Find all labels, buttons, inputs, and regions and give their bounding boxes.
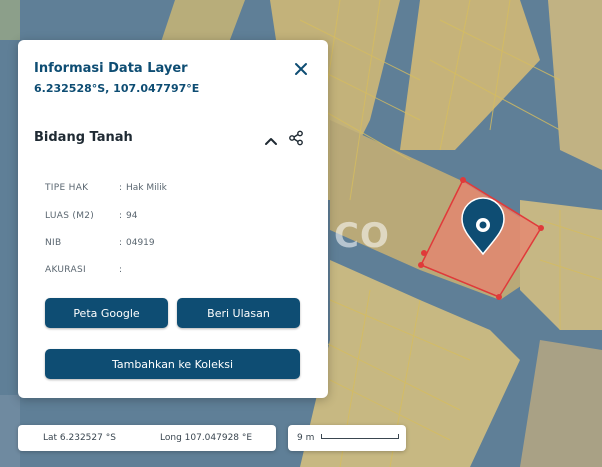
cursor-longitude: Long 107.047928 °E bbox=[160, 433, 253, 443]
attribute-separator: : bbox=[119, 211, 123, 221]
attribute-key: NIB bbox=[45, 238, 62, 248]
scale-label: 9 m bbox=[297, 433, 315, 443]
attribute-separator: : bbox=[119, 238, 123, 248]
attribute-separator: : bbox=[119, 265, 123, 275]
attribute-value: 94 bbox=[126, 211, 138, 221]
info-data-layer-panel: Informasi Data Layer 6.232528°S, 107.047… bbox=[18, 40, 328, 398]
add-to-collection-button[interactable]: Tambahkan ke Koleksi bbox=[45, 349, 300, 379]
coordinate-status-bar: Lat 6.232527 °S Long 107.047928 °E bbox=[18, 425, 276, 451]
map-scale: 9 m bbox=[288, 425, 406, 451]
attribute-key: TIPE HAK bbox=[45, 183, 89, 193]
panel-title: Informasi Data Layer bbox=[34, 61, 188, 76]
map-watermark: CO bbox=[334, 216, 390, 256]
scale-bar bbox=[321, 434, 399, 439]
share-icon[interactable] bbox=[288, 130, 304, 146]
section-title: Bidang Tanah bbox=[34, 130, 133, 145]
cursor-latitude: Lat 6.232527 °S bbox=[43, 433, 116, 443]
attribute-key: LUAS (M2) bbox=[45, 211, 95, 221]
attribute-value: Hak Milik bbox=[126, 183, 167, 193]
attribute-value: 04919 bbox=[126, 238, 155, 248]
close-icon[interactable] bbox=[294, 61, 308, 75]
google-map-button[interactable]: Peta Google bbox=[45, 298, 168, 328]
attribute-separator: : bbox=[119, 183, 123, 193]
panel-coordinates: 6.232528°S, 107.047797°E bbox=[34, 82, 200, 95]
review-button[interactable]: Beri Ulasan bbox=[177, 298, 300, 328]
chevron-up-icon[interactable] bbox=[264, 132, 278, 145]
attribute-key: AKURASI bbox=[45, 265, 86, 275]
